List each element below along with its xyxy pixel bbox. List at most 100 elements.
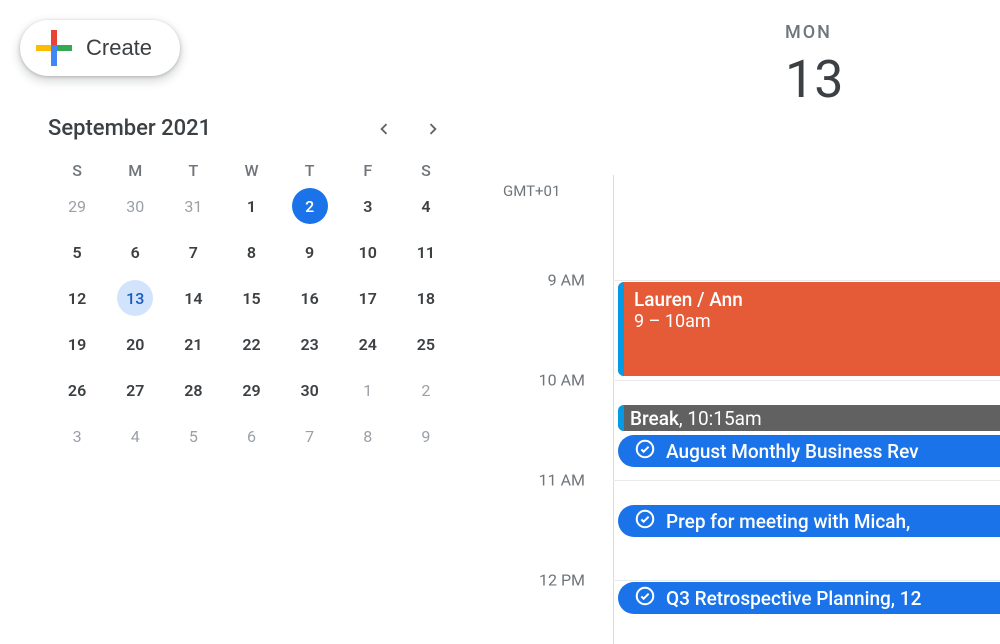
day-cell[interactable]: 27 bbox=[106, 374, 164, 406]
event-time: 9 – 10am bbox=[634, 311, 990, 332]
hour-line bbox=[613, 480, 1000, 481]
grid-divider bbox=[613, 175, 614, 644]
day-number: 14 bbox=[175, 280, 211, 316]
day-number: 16 bbox=[292, 280, 328, 316]
day-cell[interactable]: 20 bbox=[106, 328, 164, 360]
day-number: 18 bbox=[408, 280, 444, 316]
day-cell[interactable]: 8 bbox=[222, 236, 280, 268]
day-cell[interactable]: 15 bbox=[222, 282, 280, 314]
day-cell[interactable]: 21 bbox=[164, 328, 222, 360]
day-number: 6 bbox=[117, 234, 153, 270]
event-august-review[interactable]: August Monthly Business Rev bbox=[618, 435, 1000, 467]
day-number: 7 bbox=[175, 234, 211, 270]
day-cell[interactable]: 4 bbox=[106, 420, 164, 452]
day-cell[interactable]: 5 bbox=[164, 420, 222, 452]
day-cell[interactable]: 11 bbox=[397, 236, 455, 268]
day-number: 22 bbox=[233, 326, 269, 362]
day-of-week-label: MON bbox=[785, 22, 843, 43]
day-number: 9 bbox=[408, 418, 444, 454]
day-cell[interactable]: 14 bbox=[164, 282, 222, 314]
day-cell[interactable]: 5 bbox=[48, 236, 106, 268]
weekday-label: F bbox=[339, 161, 397, 180]
day-number: 27 bbox=[117, 372, 153, 408]
weekday-label: T bbox=[164, 161, 222, 180]
day-cell[interactable]: 9 bbox=[281, 236, 339, 268]
day-cell[interactable]: 8 bbox=[339, 420, 397, 452]
weekday-label: M bbox=[106, 161, 164, 180]
day-number: 4 bbox=[408, 188, 444, 224]
day-cell[interactable]: 18 bbox=[397, 282, 455, 314]
day-cell[interactable]: 7 bbox=[281, 420, 339, 452]
day-number: 7 bbox=[292, 418, 328, 454]
day-cell[interactable]: 2 bbox=[281, 190, 339, 222]
day-cell[interactable]: 7 bbox=[164, 236, 222, 268]
day-number: 13 bbox=[117, 280, 153, 316]
day-view: MON 13 GMT+01 9 AM10 AM11 AM12 PM Lauren… bbox=[465, 0, 1000, 644]
plus-icon bbox=[36, 30, 72, 66]
day-column-header[interactable]: MON 13 bbox=[785, 22, 843, 110]
chevron-right-icon[interactable] bbox=[421, 117, 445, 141]
day-number: 25 bbox=[408, 326, 444, 362]
event-color-bar bbox=[618, 405, 624, 431]
day-number: 31 bbox=[175, 188, 211, 224]
create-button[interactable]: Create bbox=[20, 20, 180, 76]
day-cell[interactable]: 6 bbox=[222, 420, 280, 452]
event-lauren-ann[interactable]: Lauren / Ann 9 – 10am bbox=[618, 282, 1000, 376]
chevron-left-icon[interactable] bbox=[372, 117, 396, 141]
time-label: 11 AM bbox=[539, 471, 585, 490]
day-cell[interactable]: 6 bbox=[106, 236, 164, 268]
event-break[interactable]: Break, 10:15am bbox=[618, 405, 1000, 431]
event-title: Lauren / Ann bbox=[634, 288, 990, 311]
day-cell[interactable]: 29 bbox=[48, 190, 106, 222]
weekday-label: T bbox=[281, 161, 339, 180]
day-cell[interactable]: 22 bbox=[222, 328, 280, 360]
day-number: 1 bbox=[350, 372, 386, 408]
day-cell[interactable]: 28 bbox=[164, 374, 222, 406]
create-label: Create bbox=[86, 35, 152, 61]
day-number: 10 bbox=[350, 234, 386, 270]
day-number: 3 bbox=[59, 418, 95, 454]
day-number: 30 bbox=[292, 372, 328, 408]
day-cell[interactable]: 4 bbox=[397, 190, 455, 222]
day-cell[interactable]: 19 bbox=[48, 328, 106, 360]
day-cell[interactable]: 25 bbox=[397, 328, 455, 360]
weekday-label: S bbox=[397, 161, 455, 180]
event-q3-retro[interactable]: Q3 Retrospective Planning, 12 bbox=[618, 582, 1000, 614]
time-label: 9 AM bbox=[548, 271, 585, 290]
day-cell[interactable]: 12 bbox=[48, 282, 106, 314]
day-cell[interactable]: 30 bbox=[281, 374, 339, 406]
day-number: 30 bbox=[117, 188, 153, 224]
day-cell[interactable]: 23 bbox=[281, 328, 339, 360]
mini-calendar-title: September 2021 bbox=[48, 116, 211, 141]
day-cell[interactable]: 24 bbox=[339, 328, 397, 360]
day-cell[interactable]: 30 bbox=[106, 190, 164, 222]
day-number: 9 bbox=[292, 234, 328, 270]
day-cell[interactable]: 16 bbox=[281, 282, 339, 314]
time-label: 10 AM bbox=[539, 371, 585, 390]
day-cell[interactable]: 1 bbox=[339, 374, 397, 406]
day-cell[interactable]: 1 bbox=[222, 190, 280, 222]
day-number: 2 bbox=[408, 372, 444, 408]
day-number: 15 bbox=[233, 280, 269, 316]
event-title: August Monthly Business Rev bbox=[666, 440, 919, 463]
day-number: 6 bbox=[233, 418, 269, 454]
day-number: 2 bbox=[292, 188, 328, 224]
day-cell[interactable]: 3 bbox=[339, 190, 397, 222]
day-cell[interactable]: 3 bbox=[48, 420, 106, 452]
event-prep-micah[interactable]: Prep for meeting with Micah, bbox=[618, 505, 1000, 537]
day-number: 8 bbox=[233, 234, 269, 270]
day-cell[interactable]: 9 bbox=[397, 420, 455, 452]
day-number: 28 bbox=[175, 372, 211, 408]
day-cell[interactable]: 2 bbox=[397, 374, 455, 406]
day-number: 24 bbox=[350, 326, 386, 362]
day-cell[interactable]: 29 bbox=[222, 374, 280, 406]
weekday-label: W bbox=[222, 161, 280, 180]
check-circle-icon bbox=[634, 438, 656, 465]
day-cell[interactable]: 31 bbox=[164, 190, 222, 222]
day-cell[interactable]: 10 bbox=[339, 236, 397, 268]
day-cell[interactable]: 26 bbox=[48, 374, 106, 406]
day-number: 4 bbox=[117, 418, 153, 454]
day-cell[interactable]: 17 bbox=[339, 282, 397, 314]
day-cell[interactable]: 13 bbox=[106, 282, 164, 314]
day-number: 20 bbox=[117, 326, 153, 362]
